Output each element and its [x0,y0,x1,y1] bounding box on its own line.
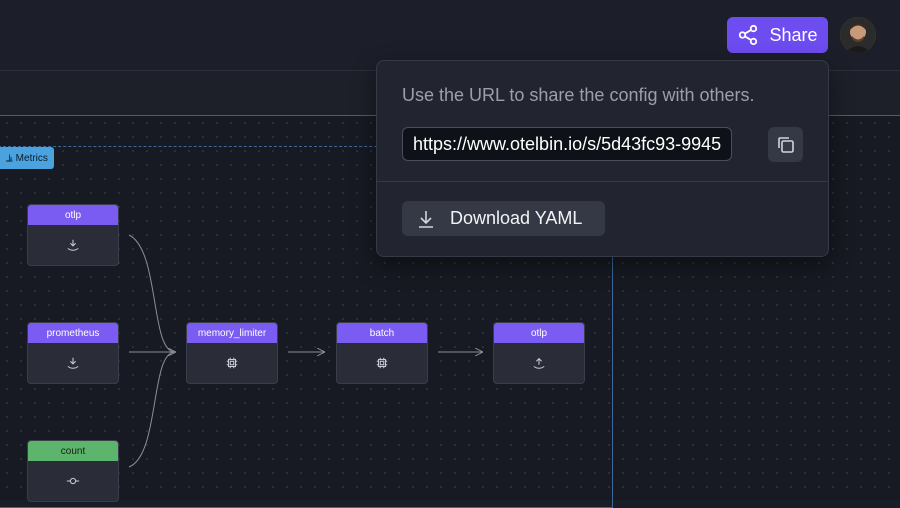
metrics-icon: ⫡ [6,152,13,164]
share-description: Use the URL to share the config with oth… [402,85,755,105]
user-avatar-icon [840,17,876,53]
avatar[interactable] [840,17,876,53]
share-button-label: Share [769,24,818,45]
node-count-connector[interactable]: count [27,440,119,502]
copy-url-button[interactable] [768,127,803,162]
share-button[interactable]: Share [727,17,828,53]
download-yaml-button[interactable]: Download YAML [402,201,605,236]
node-prometheus-receiver[interactable]: prometheus [27,322,119,384]
share-popover: Use the URL to share the config with oth… [376,60,829,257]
processor-icon [226,357,238,369]
download-yaml-label: Download YAML [450,208,583,228]
node-label: prometheus [28,323,118,343]
node-memory-limiter-processor[interactable]: memory_limiter [186,322,278,384]
receiver-icon [67,239,79,251]
download-icon [419,210,433,228]
node-label: otlp [28,205,118,225]
connector-icon [66,477,80,485]
processor-icon [376,357,388,369]
node-label: otlp [494,323,584,343]
exporter-icon [533,357,545,369]
node-otlp-exporter[interactable]: otlp [493,322,585,384]
share-url-input[interactable] [402,127,732,161]
node-otlp-receiver[interactable]: otlp [27,204,119,266]
node-label: memory_limiter [187,323,277,343]
node-label: count [28,441,118,461]
node-batch-processor[interactable]: batch [336,322,428,384]
receiver-icon [67,357,79,369]
share-icon [739,24,758,46]
popover-divider [377,181,828,182]
copy-icon [777,136,794,153]
node-label: batch [337,323,427,343]
pipeline-tag: ⫡ Metrics [0,147,54,169]
